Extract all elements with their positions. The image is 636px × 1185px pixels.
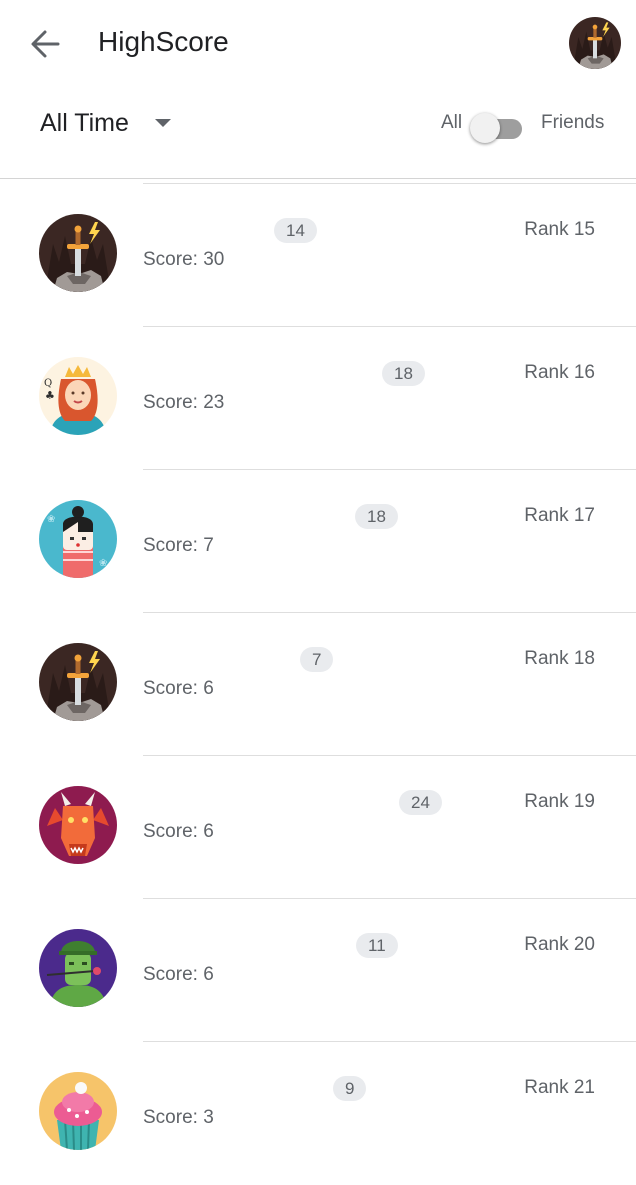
sword-in-stone-avatar-icon <box>569 17 621 69</box>
player-level-chip: 18 <box>382 361 425 386</box>
player-level-chip: 11 <box>356 933 398 958</box>
svg-text:❀: ❀ <box>47 514 55 525</box>
player-rank: Rank 21 <box>524 1077 595 1098</box>
cupcake-avatar-icon <box>39 1072 117 1150</box>
player-level-chip: 7 <box>300 647 334 672</box>
svg-text:❀: ❀ <box>99 558 107 569</box>
leaderboard-row[interactable]: 24 Score: 6 Rank 19 <box>0 756 636 899</box>
player-avatar <box>39 643 117 721</box>
player-rank: Rank 20 <box>524 934 595 955</box>
toggle-label-friends: Friends <box>541 112 605 133</box>
player-level-chip: 14 <box>274 218 317 243</box>
leaderboard-row[interactable]: 7 Score: 6 Rank 18 <box>0 613 636 756</box>
green-soldier-avatar-icon <box>39 929 117 1007</box>
header-divider <box>0 178 636 179</box>
svg-text:Q: Q <box>44 378 52 389</box>
player-rank: Rank 17 <box>524 505 595 526</box>
sword-in-stone-avatar-icon <box>39 214 117 292</box>
all-friends-toggle[interactable] <box>470 110 524 144</box>
player-score: Score: 30 <box>143 249 225 270</box>
sword-in-stone-avatar-icon <box>39 643 117 721</box>
toggle-label-all: All <box>441 112 463 133</box>
leaderboard-list: 14 Score: 30 Rank 15 Q ♣ 18 Score: 23 Ra… <box>0 184 636 1185</box>
leaderboard-row[interactable]: ❀ ❀ 18 Score: 7 Rank 17 <box>0 470 636 613</box>
player-level-chip: 18 <box>355 504 398 529</box>
player-score: Score: 6 <box>143 964 214 985</box>
player-score: Score: 3 <box>143 1107 214 1128</box>
player-rank: Rank 15 <box>524 219 595 240</box>
back-button[interactable] <box>24 22 68 66</box>
player-score: Score: 7 <box>143 535 214 556</box>
player-avatar <box>39 1072 117 1150</box>
leaderboard-row[interactable]: Q ♣ 18 Score: 23 Rank 16 <box>0 327 636 470</box>
player-rank: Rank 18 <box>524 648 595 669</box>
page-title: HighScore <box>98 26 229 57</box>
player-score: Score: 23 <box>143 392 225 413</box>
kokeshi-doll-avatar-icon: ❀ ❀ <box>39 500 117 578</box>
app-bar: HighScore <box>0 0 636 86</box>
queen-card-avatar-icon: Q ♣ <box>39 357 117 435</box>
player-avatar <box>39 786 117 864</box>
arrow-left-icon <box>31 30 60 58</box>
red-dragon-avatar-icon <box>39 786 117 864</box>
dropdown-caret-icon <box>154 119 171 127</box>
player-level-chip: 24 <box>399 790 442 815</box>
time-period-label: All Time <box>40 108 129 137</box>
player-score: Score: 6 <box>143 821 214 842</box>
time-period-dropdown[interactable]: All Time <box>40 106 171 140</box>
svg-text:♣: ♣ <box>45 389 55 402</box>
player-rank: Rank 16 <box>524 362 595 383</box>
player-avatar: Q ♣ <box>39 357 117 435</box>
leaderboard-row[interactable]: 14 Score: 30 Rank 15 <box>0 184 636 327</box>
toggle-thumb <box>470 113 500 143</box>
player-rank: Rank 19 <box>524 791 595 812</box>
player-avatar: ❀ ❀ <box>39 500 117 578</box>
filter-bar: All Time All Friends <box>0 90 636 180</box>
profile-avatar[interactable] <box>569 17 621 69</box>
player-avatar <box>39 929 117 1007</box>
player-level-chip: 9 <box>333 1076 367 1101</box>
leaderboard-row[interactable]: 9 Score: 3 Rank 21 <box>0 1042 636 1185</box>
leaderboard-row[interactable]: 11 Score: 6 Rank 20 <box>0 899 636 1042</box>
player-avatar <box>39 214 117 292</box>
player-score: Score: 6 <box>143 678 214 699</box>
